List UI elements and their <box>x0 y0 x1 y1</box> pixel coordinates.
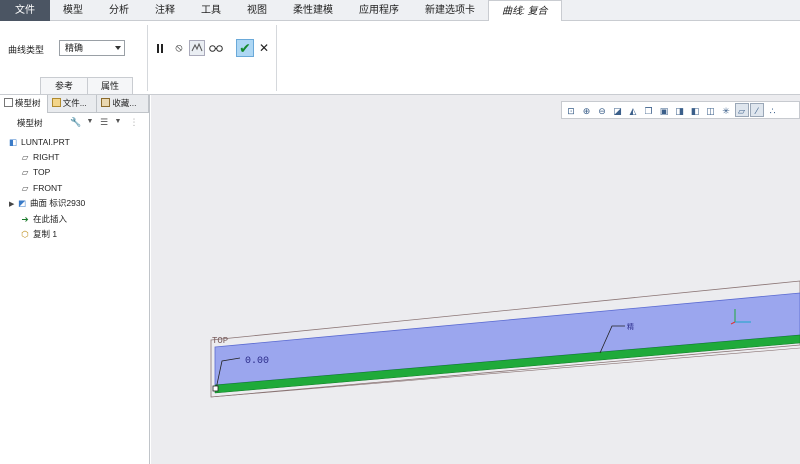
section-icon[interactable]: ◧ <box>688 103 702 117</box>
tab-file[interactable]: 文件 <box>0 0 50 21</box>
chevron-down-icon[interactable]: ▼ <box>112 116 124 128</box>
perspective-icon[interactable]: ◨ <box>673 103 687 117</box>
properties-tab[interactable]: 属性 <box>88 77 133 94</box>
axis-display-icon[interactable]: ⁄ <box>750 103 764 117</box>
chevron-right-icon[interactable]: ▶ <box>9 197 17 212</box>
tree-item-part[interactable]: ◧ LUNTAI.PRT <box>8 135 70 150</box>
ribbon-subtabs: 参考 属性 <box>40 77 133 94</box>
surface-icon: ◩ <box>17 198 27 208</box>
pause-icon[interactable] <box>152 40 168 56</box>
glasses-icon[interactable] <box>208 40 224 56</box>
tree-item-surface[interactable]: ▶ ◩ 曲面 标识2930 <box>9 196 85 211</box>
tab-new-tab[interactable]: 新建选项卡 <box>412 0 488 21</box>
view-toolbar: ⊡ ⊕ ⊖ ◪ ◭ ❐ ▣ ◨ ◧ ◫ ✳ ▱ ⁄ ∴ <box>561 101 800 119</box>
no-entry-icon[interactable]: ⦸ <box>171 40 187 56</box>
chevron-down-icon[interactable]: ▼ <box>84 116 96 128</box>
menubar: 文件 模型 分析 注释 工具 视图 柔性建模 应用程序 新建选项卡 曲线: 复合 <box>0 0 800 22</box>
tree-toolbar: 模型树 🔧 ▼ ☰ ▼ ⋮ <box>0 113 149 131</box>
folder-browser-tab[interactable]: 文件... <box>48 95 98 113</box>
curve-type-select[interactable]: 精确 <box>59 40 125 56</box>
tree-item-insert-here[interactable]: ➔ 在此插入 <box>20 212 67 227</box>
display-style-icon[interactable]: ◭ <box>626 103 640 117</box>
zoom-out-icon[interactable]: ⊖ <box>595 103 609 117</box>
part-icon: ◧ <box>8 137 18 147</box>
tree-item-copy[interactable]: ⬡ 复制 1 <box>20 227 57 242</box>
ribbon-divider <box>147 25 148 91</box>
tab-tools[interactable]: 工具 <box>188 0 234 21</box>
tree-item-right[interactable]: ▱ RIGHT <box>20 150 60 165</box>
references-tab[interactable]: 参考 <box>40 77 88 94</box>
annotation-display-icon[interactable]: ◫ <box>704 103 718 117</box>
spin-center-icon[interactable]: ✳ <box>719 103 733 117</box>
left-panel: 模型树 文件... 收藏... 模型树 🔧 ▼ ☰ ▼ ⋮ ◧ LUNTAI.PR… <box>0 95 150 464</box>
close-icon[interactable]: ✕ <box>257 40 271 56</box>
ribbon-divider <box>276 25 277 91</box>
favorites-icon <box>101 98 111 107</box>
saved-views-icon[interactable]: ❐ <box>642 103 656 117</box>
view-manager-icon[interactable]: ▣ <box>657 103 671 117</box>
refit-icon[interactable]: ⊡ <box>564 103 578 117</box>
curve-type-value: 精确 <box>65 43 84 53</box>
ribbon: 曲线类型 精确 参考 属性 ⦸ ✔ ✕ <box>0 21 800 95</box>
preview-icon[interactable] <box>189 40 205 56</box>
insert-here-arrow-icon: ➔ <box>21 214 29 224</box>
tab-curve-composite[interactable]: 曲线: 复合 <box>488 0 562 22</box>
repaint-icon[interactable]: ◪ <box>611 103 625 117</box>
datum-plane-icon: ▱ <box>21 183 29 193</box>
tab-view[interactable]: 视图 <box>234 0 280 21</box>
datum-plane-icon: ▱ <box>21 167 29 177</box>
model-tree-tab[interactable]: 模型树 <box>0 95 48 113</box>
tree-item-front[interactable]: ▱ FRONT <box>20 181 63 196</box>
chevron-down-icon <box>115 46 121 50</box>
tab-analysis[interactable]: 分析 <box>96 0 142 21</box>
tab-annotate[interactable]: 注释 <box>142 0 188 21</box>
tab-model[interactable]: 模型 <box>50 0 96 21</box>
panel-tabs: 模型树 文件... 收藏... <box>0 95 150 113</box>
zoom-in-icon[interactable]: ⊕ <box>580 103 594 117</box>
settings-list-icon[interactable]: ☰ <box>98 116 110 128</box>
model-tree-icon <box>4 98 13 107</box>
filter-icon[interactable]: ⋮ <box>128 116 140 128</box>
folder-icon <box>51 98 61 107</box>
confirm-check-icon[interactable]: ✔ <box>236 39 254 57</box>
tree-item-top[interactable]: ▱ TOP <box>20 165 51 180</box>
tools-icon[interactable]: 🔧 <box>70 116 82 128</box>
tab-flexible-modeling[interactable]: 柔性建模 <box>280 0 346 21</box>
copy-feature-icon: ⬡ <box>21 229 29 239</box>
curve-type-label: 曲线类型 <box>8 45 45 55</box>
tree-toolbar-title: 模型树 <box>17 118 43 128</box>
datum-plane-icon: ▱ <box>21 152 29 162</box>
favorites-tab[interactable]: 收藏... <box>97 95 150 113</box>
point-display-icon[interactable]: ∴ <box>766 103 780 117</box>
tab-applications[interactable]: 应用程序 <box>346 0 412 21</box>
graphics-viewport[interactable] <box>151 95 800 464</box>
plane-display-icon[interactable]: ▱ <box>734 103 749 117</box>
